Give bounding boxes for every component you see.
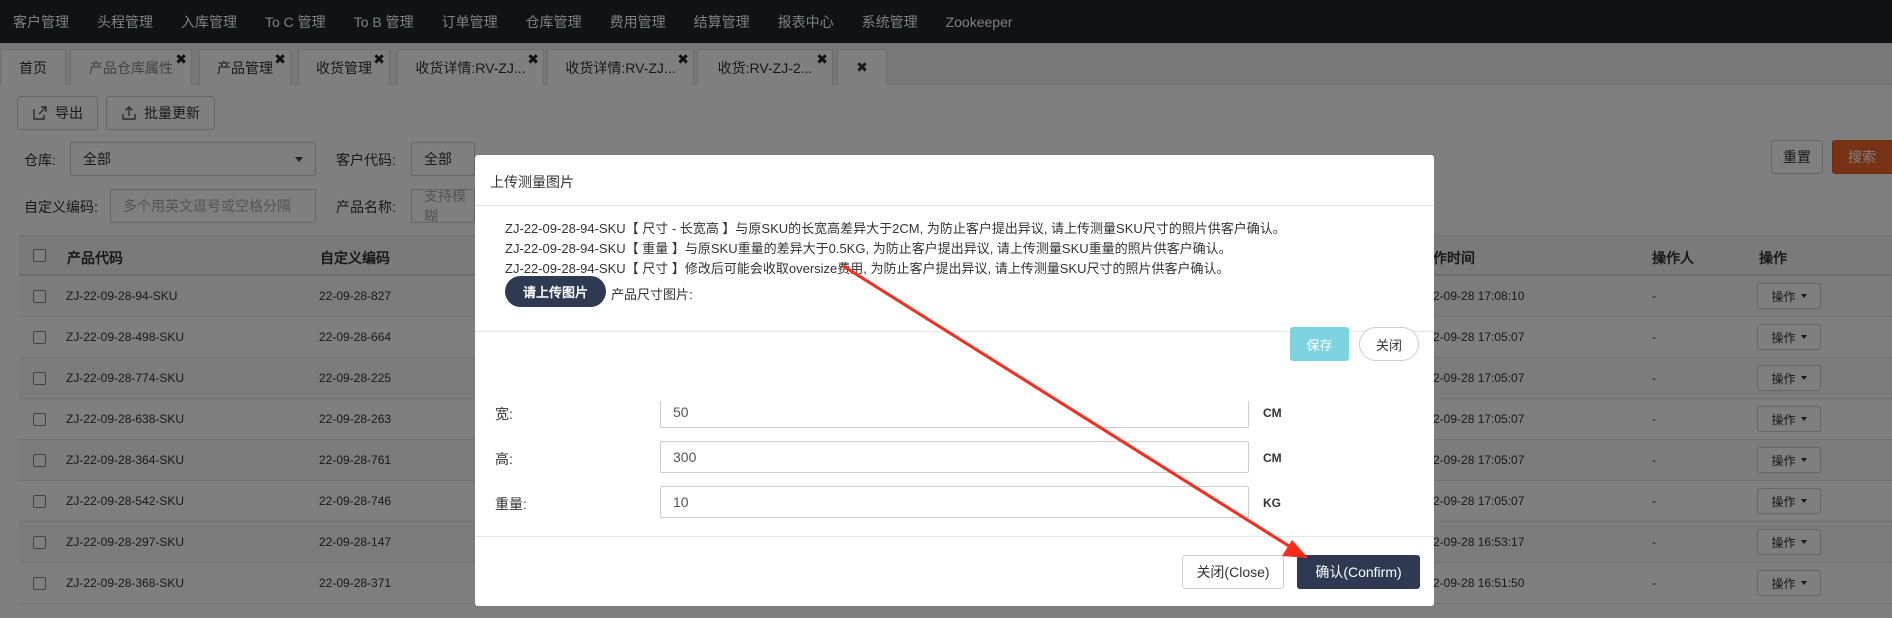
close-button[interactable]: 关闭 bbox=[1359, 327, 1419, 361]
save-button[interactable]: 保存 bbox=[1290, 327, 1349, 361]
warning-message-oversize: ZJ-22-09-28-94-SKU【 尺寸 】修改后可能会收取oversize… bbox=[505, 261, 1230, 276]
width-label: 宽: bbox=[495, 406, 513, 422]
upload-image-button[interactable]: 请上传图片 bbox=[505, 276, 606, 307]
width-value: 50 bbox=[673, 404, 689, 420]
height-unit: CM bbox=[1263, 451, 1282, 465]
close-button[interactable]: 关闭(Close) bbox=[1182, 555, 1284, 589]
weight-input[interactable]: 10 bbox=[660, 486, 1249, 518]
product-size-image-label: 产品尺寸图片: bbox=[611, 287, 693, 302]
dimension-modal-footer: 关闭(Close) 确认(Confirm) bbox=[475, 536, 1434, 606]
dimension-edit-modal: 宽: 50 CM 高: 300 CM 重量: 10 KG 关闭(Close) 确… bbox=[475, 372, 1434, 606]
warning-message-weight: ZJ-22-09-28-94-SKU【 重量 】与原SKU重量的差异大于0.5K… bbox=[505, 241, 1232, 256]
height-label: 高: bbox=[495, 451, 513, 467]
height-value: 300 bbox=[673, 449, 697, 465]
weight-unit: KG bbox=[1263, 496, 1281, 510]
upload-modal-title: 上传测量图片 bbox=[490, 174, 574, 190]
upload-measure-photo-modal: 上传测量图片 ZJ-22-09-28-94-SKU【 尺寸 - 长宽高 】与原S… bbox=[475, 155, 1434, 401]
width-unit: CM bbox=[1263, 406, 1282, 420]
confirm-button[interactable]: 确认(Confirm) bbox=[1297, 555, 1420, 589]
warning-message-dimensions: ZJ-22-09-28-94-SKU【 尺寸 - 长宽高 】与原SKU的长宽高差… bbox=[505, 221, 1286, 236]
weight-label: 重量: bbox=[495, 496, 527, 512]
height-input[interactable]: 300 bbox=[660, 441, 1249, 473]
weight-value: 10 bbox=[673, 494, 689, 510]
upload-modal-header: 上传测量图片 bbox=[475, 155, 1434, 206]
